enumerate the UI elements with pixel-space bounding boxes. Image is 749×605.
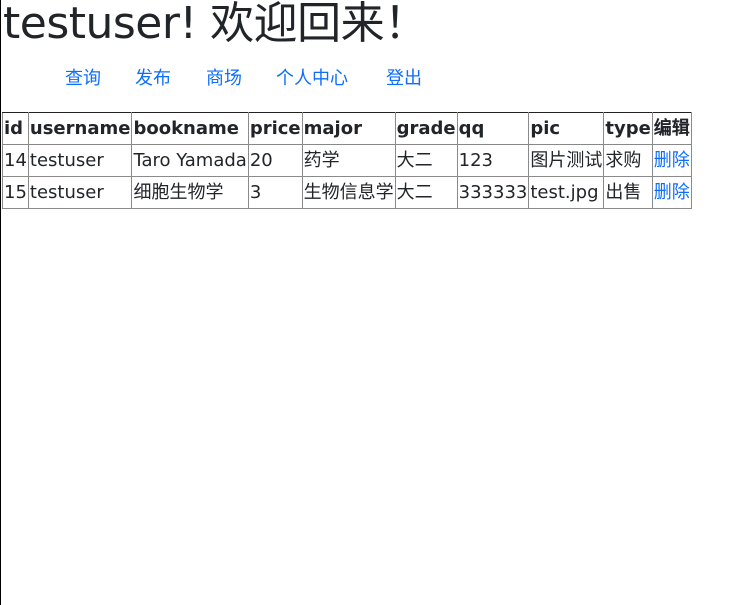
books-table: id username bookname price major grade q… [2,112,692,209]
nav-link-logout[interactable]: 登出 [386,64,422,90]
cell-type: 出售 [603,176,653,209]
column-header-grade: grade [394,112,458,145]
table-row: 15 testuser 细胞生物学 3 生物信息学 大二 333333 test… [2,176,692,209]
cell-edit: 删除 [651,176,692,209]
nav-link-search[interactable]: 查询 [65,64,101,90]
column-header-edit: 编辑 [651,112,692,145]
cell-pic: 图片测试 [528,144,605,177]
cell-bookname: Taro Yamada [131,144,249,177]
cell-id: 15 [2,176,29,209]
cell-username: testuser [27,144,133,177]
cell-qq: 333333 [456,176,530,209]
cell-id: 14 [2,144,29,177]
delete-link[interactable]: 删除 [654,150,690,171]
nav-link-publish[interactable]: 发布 [135,64,171,90]
column-header-qq: qq [456,112,530,145]
page-title: testuser! 欢迎回来！ [3,0,428,49]
column-header-bookname: bookname [131,112,249,145]
cell-grade: 大二 [394,144,458,177]
cell-bookname: 细胞生物学 [131,176,249,209]
cell-major: 生物信息学 [301,176,396,209]
column-header-major: major [301,112,396,145]
column-header-id: id [2,112,29,145]
column-header-price: price [247,112,303,145]
cell-pic: test.jpg [528,176,605,209]
column-header-pic: pic [528,112,605,145]
table-header-row: id username bookname price major grade q… [2,112,692,145]
cell-edit: 删除 [651,144,692,177]
column-header-type: type [603,112,653,145]
cell-price: 20 [247,144,303,177]
column-header-username: username [27,112,133,145]
cell-price: 3 [247,176,303,209]
cell-type: 求购 [603,144,653,177]
nav-link-market[interactable]: 商场 [206,64,242,90]
table-row: 14 testuser Taro Yamada 20 药学 大二 123 图片测… [2,144,692,177]
cell-qq: 123 [456,144,530,177]
nav-link-profile[interactable]: 个人中心 [276,64,348,90]
delete-link[interactable]: 删除 [654,182,690,203]
cell-major: 药学 [301,144,396,177]
cell-username: testuser [27,176,133,209]
cell-grade: 大二 [394,176,458,209]
